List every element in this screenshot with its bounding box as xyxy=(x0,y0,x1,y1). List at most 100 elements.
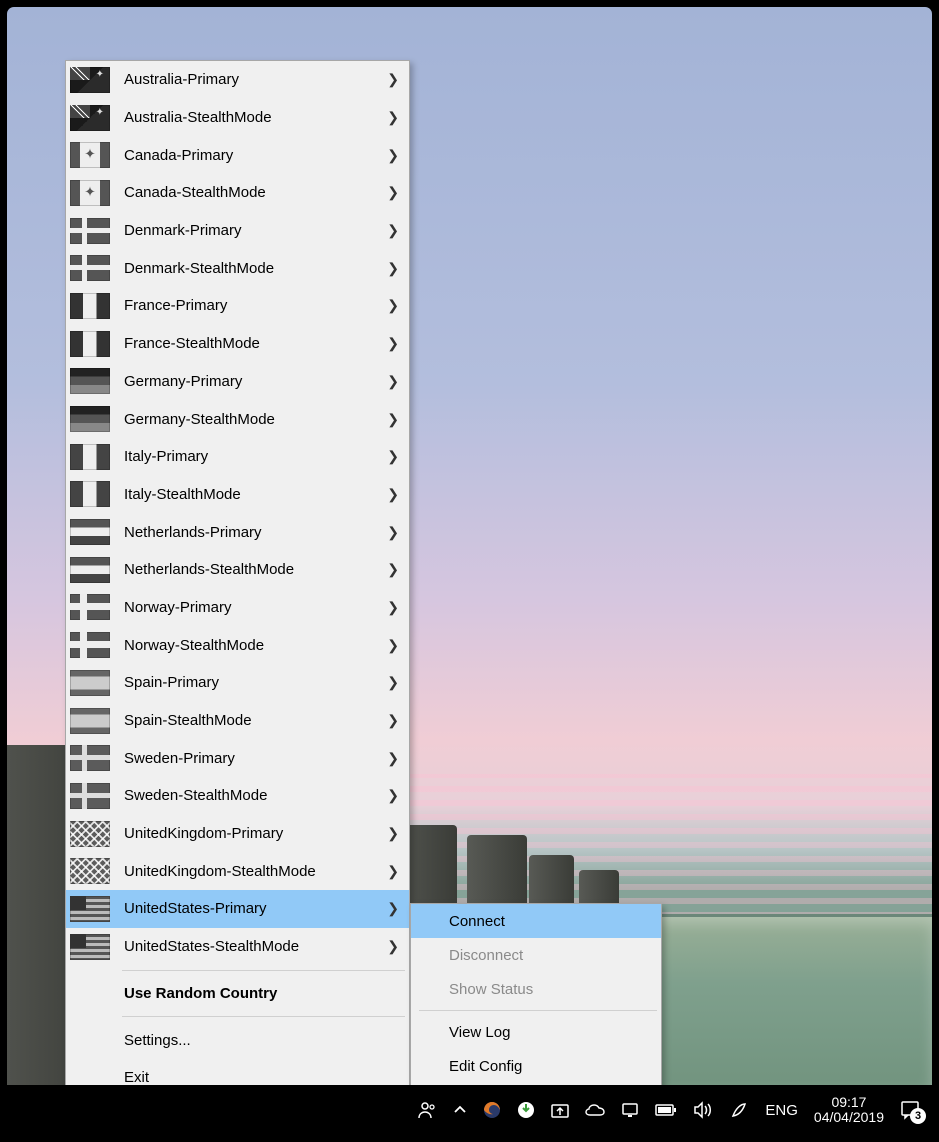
chevron-right-icon: ❯ xyxy=(379,71,399,88)
chevron-right-icon: ❯ xyxy=(379,712,399,729)
flag-ca-icon xyxy=(70,142,110,168)
flag-uk-icon xyxy=(70,858,110,884)
tray-overflow-icon[interactable] xyxy=(453,1103,467,1117)
flag-fr-icon xyxy=(70,293,110,319)
server-item-label: UnitedStates-Primary xyxy=(124,900,379,917)
chevron-right-icon: ❯ xyxy=(379,637,399,654)
chevron-right-icon: ❯ xyxy=(379,335,399,352)
language-indicator[interactable]: ENG xyxy=(765,1102,798,1119)
server-item-germany-stealthmode[interactable]: Germany-StealthMode❯ xyxy=(66,400,409,438)
server-item-australia-stealthmode[interactable]: Australia-StealthMode❯ xyxy=(66,99,409,137)
server-item-canada-primary[interactable]: Canada-Primary❯ xyxy=(66,136,409,174)
chevron-right-icon: ❯ xyxy=(379,260,399,277)
clock-date: 04/04/2019 xyxy=(814,1110,884,1125)
server-item-netherlands-stealthmode[interactable]: Netherlands-StealthMode❯ xyxy=(66,551,409,589)
chevron-right-icon: ❯ xyxy=(379,863,399,880)
chevron-right-icon: ❯ xyxy=(379,109,399,126)
submenu-show-status: Show Status xyxy=(411,972,661,1006)
server-item-label: Sweden-Primary xyxy=(124,750,379,767)
flag-es-icon xyxy=(70,670,110,696)
server-item-label: Denmark-Primary xyxy=(124,222,379,239)
menu-settings[interactable]: Settings... xyxy=(66,1021,409,1059)
flag-au-icon xyxy=(70,105,110,131)
vpn-tray-icon[interactable] xyxy=(621,1101,639,1119)
server-item-label: Denmark-StealthMode xyxy=(124,260,379,277)
server-item-unitedkingdom-stealthmode[interactable]: UnitedKingdom-StealthMode❯ xyxy=(66,852,409,890)
server-item-denmark-primary[interactable]: Denmark-Primary❯ xyxy=(66,212,409,250)
menu-use-random-country[interactable]: Use Random Country xyxy=(66,975,409,1013)
vpn-context-menu: Australia-Primary❯Australia-StealthMode❯… xyxy=(65,60,410,1098)
submenu-edit-config[interactable]: Edit Config xyxy=(411,1049,661,1083)
server-item-spain-stealthmode[interactable]: Spain-StealthMode❯ xyxy=(66,702,409,740)
flag-au-icon xyxy=(70,67,110,93)
chevron-right-icon: ❯ xyxy=(379,938,399,955)
pen-icon[interactable] xyxy=(729,1100,749,1120)
onedrive-icon[interactable] xyxy=(585,1103,605,1117)
desktop: Australia-Primary❯Australia-StealthMode❯… xyxy=(4,4,935,1138)
server-item-france-stealthmode[interactable]: France-StealthMode❯ xyxy=(66,325,409,363)
server-item-italy-stealthmode[interactable]: Italy-StealthMode❯ xyxy=(66,476,409,514)
chevron-right-icon: ❯ xyxy=(379,674,399,691)
server-item-label: Netherlands-StealthMode xyxy=(124,561,379,578)
server-item-germany-primary[interactable]: Germany-Primary❯ xyxy=(66,363,409,401)
menu-settings-label: Settings... xyxy=(124,1032,399,1049)
update-icon[interactable] xyxy=(551,1101,569,1119)
chevron-right-icon: ❯ xyxy=(379,184,399,201)
server-item-unitedkingdom-primary[interactable]: UnitedKingdom-Primary❯ xyxy=(66,815,409,853)
server-item-label: Italy-StealthMode xyxy=(124,486,379,503)
chevron-right-icon: ❯ xyxy=(379,373,399,390)
chevron-right-icon: ❯ xyxy=(379,524,399,541)
server-item-sweden-stealthmode[interactable]: Sweden-StealthMode❯ xyxy=(66,777,409,815)
server-item-label: UnitedKingdom-Primary xyxy=(124,825,379,842)
flag-us-icon xyxy=(70,934,110,960)
server-item-unitedstates-stealthmode[interactable]: UnitedStates-StealthMode❯ xyxy=(66,928,409,966)
flag-se-icon xyxy=(70,783,110,809)
chevron-right-icon: ❯ xyxy=(379,787,399,804)
server-item-spain-primary[interactable]: Spain-Primary❯ xyxy=(66,664,409,702)
flag-uk-icon xyxy=(70,821,110,847)
server-item-unitedstates-primary[interactable]: UnitedStates-Primary❯ xyxy=(66,890,409,928)
chevron-right-icon: ❯ xyxy=(379,561,399,578)
server-item-australia-primary[interactable]: Australia-Primary❯ xyxy=(66,61,409,99)
notification-count: 3 xyxy=(910,1108,926,1124)
submenu-connect[interactable]: Connect xyxy=(411,904,661,938)
chevron-right-icon: ❯ xyxy=(379,486,399,503)
server-item-norway-stealthmode[interactable]: Norway-StealthMode❯ xyxy=(66,626,409,664)
flag-es-icon xyxy=(70,708,110,734)
menu-use-random-country-label: Use Random Country xyxy=(124,985,399,1002)
flag-se-icon xyxy=(70,745,110,771)
server-item-label: Australia-Primary xyxy=(124,71,379,88)
flag-nl-icon xyxy=(70,519,110,545)
submenu-disconnect-label: Disconnect xyxy=(449,947,651,964)
people-icon[interactable] xyxy=(417,1100,437,1120)
server-item-france-primary[interactable]: France-Primary❯ xyxy=(66,287,409,325)
server-item-sweden-primary[interactable]: Sweden-Primary❯ xyxy=(66,739,409,777)
server-item-label: Italy-Primary xyxy=(124,448,379,465)
server-item-italy-primary[interactable]: Italy-Primary❯ xyxy=(66,438,409,476)
chevron-right-icon: ❯ xyxy=(379,411,399,428)
chevron-right-icon: ❯ xyxy=(379,297,399,314)
server-item-label: France-Primary xyxy=(124,297,379,314)
clock-time: 09:17 xyxy=(831,1095,866,1110)
firefox-icon[interactable] xyxy=(483,1101,501,1119)
server-item-canada-stealthmode[interactable]: Canada-StealthMode❯ xyxy=(66,174,409,212)
battery-icon[interactable] xyxy=(655,1103,677,1117)
volume-icon[interactable] xyxy=(693,1101,713,1119)
system-tray: ENG 09:17 04/04/2019 3 xyxy=(417,1095,932,1126)
chevron-right-icon: ❯ xyxy=(379,599,399,616)
flag-nl-icon xyxy=(70,557,110,583)
chevron-right-icon: ❯ xyxy=(379,448,399,465)
server-item-netherlands-primary[interactable]: Netherlands-Primary❯ xyxy=(66,513,409,551)
taskbar-clock[interactable]: 09:17 04/04/2019 xyxy=(814,1095,884,1126)
flag-dk-icon xyxy=(70,218,110,244)
flag-ca-icon xyxy=(70,180,110,206)
download-icon[interactable] xyxy=(517,1101,535,1119)
server-item-label: Canada-StealthMode xyxy=(124,184,379,201)
server-item-denmark-stealthmode[interactable]: Denmark-StealthMode❯ xyxy=(66,249,409,287)
taskbar: ENG 09:17 04/04/2019 3 xyxy=(7,1085,932,1135)
flag-no-icon xyxy=(70,594,110,620)
server-item-norway-primary[interactable]: Norway-Primary❯ xyxy=(66,589,409,627)
submenu-view-log-label: View Log xyxy=(449,1024,651,1041)
action-center-icon[interactable]: 3 xyxy=(900,1100,920,1120)
submenu-view-log[interactable]: View Log xyxy=(411,1015,661,1049)
